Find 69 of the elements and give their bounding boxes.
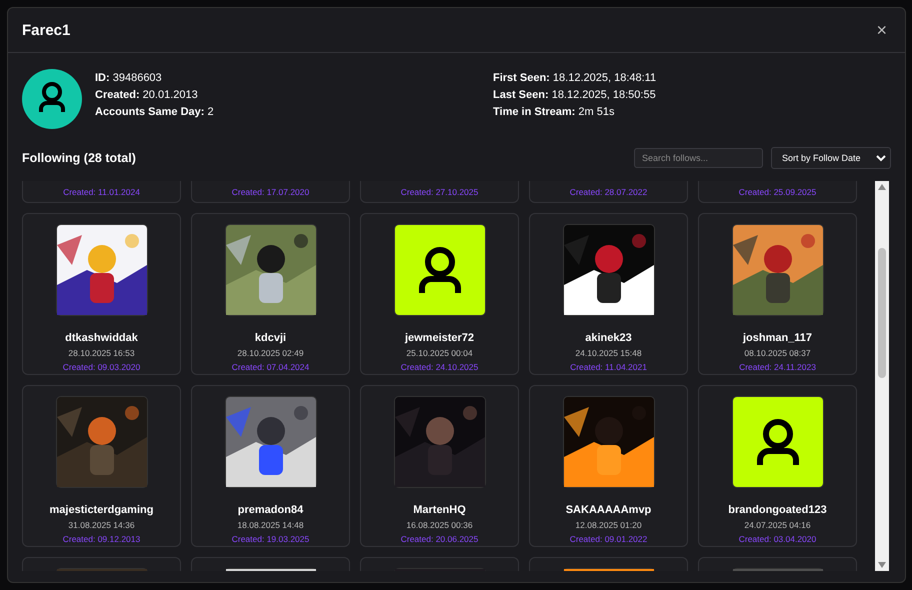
follow-card[interactable]: Created: 25.09.2025 xyxy=(698,181,857,203)
follow-card[interactable]: akinek23 24.10.2025 15:48 Created: 11.04.2021 xyxy=(529,213,688,375)
username: MartenHQ xyxy=(413,504,466,516)
follow-card[interactable]: jewmeister72 25.10.2025 00:04 Created: 24.10.2025 xyxy=(360,213,519,375)
username: kdcvji xyxy=(254,332,286,344)
follow-card[interactable]: brandongoated123 24.07.2025 04:16 Created: 03.04.2020 xyxy=(698,385,857,547)
follow-date: 08.10.2025 08:37 xyxy=(744,348,811,358)
follow-card[interactable]: Created: 28.07.2022 xyxy=(529,181,688,203)
username: jewmeister72 xyxy=(404,332,474,344)
follow-card[interactable]: kdcvji 28.10.2025 02:49 Created: 07.04.2024 xyxy=(191,213,350,375)
follow-date: 25.10.2025 00:04 xyxy=(406,348,473,358)
created-date: Created: 11.04.2021 xyxy=(570,362,647,372)
close-button[interactable]: × xyxy=(872,20,891,40)
created-date: Created: 25.09.2025 xyxy=(738,186,816,196)
avatar-icon xyxy=(22,69,82,129)
follow-card[interactable]: Created: 17.07.2020 xyxy=(191,181,350,203)
follow-date: 16.08.2025 00:36 xyxy=(406,520,473,530)
username: joshman_117 xyxy=(742,332,812,344)
profile-detail: First Seen: 18.12.2025, 18:48:11 xyxy=(493,71,658,85)
created-date: Created: 07.04.2024 xyxy=(232,362,310,372)
search-field[interactable]: Search follows... xyxy=(634,148,763,168)
scroll-up-icon[interactable] xyxy=(878,184,886,190)
created-date: Created: 09.03.2020 xyxy=(62,362,140,372)
follow-date: 18.08.2025 14:48 xyxy=(237,520,304,530)
follow-card[interactable]: dtkashwiddak 28.10.2025 16:53 Created: 09.03.2020 xyxy=(22,213,181,375)
profile-detail: Accounts Same Day: 2 xyxy=(95,105,215,119)
follow-date: 12.08.2025 01:20 xyxy=(575,520,642,530)
follow-card[interactable]: majesticterdgaming 31.08.2025 14:36 Created: 09.12.2013 xyxy=(22,385,181,547)
profile-detail: Last Seen: 18.12.2025, 18:50:55 xyxy=(493,88,657,102)
following-heading: Following (28 total) xyxy=(22,151,137,165)
profile-detail: Created: 20.01.2013 xyxy=(95,88,199,102)
follow-date: 31.08.2025 14:36 xyxy=(68,520,135,530)
created-date: Created: 03.04.2020 xyxy=(738,534,816,544)
follow-card[interactable]: MartenHQ 16.08.2025 00:36 Created: 20.06.2025 xyxy=(360,385,519,547)
created-date: Created: 11.01.2024 xyxy=(63,186,140,196)
follow-date: 28.10.2025 16:53 xyxy=(68,348,135,358)
username: dtkashwiddak xyxy=(65,332,138,344)
modal-title: Farec1 xyxy=(22,22,70,38)
follow-card[interactable]: SAKAAAAAmvp 12.08.2025 01:20 Created: 09.01.2022 xyxy=(529,385,688,547)
username: majesticterdgaming xyxy=(50,504,154,516)
scrollbar[interactable] xyxy=(875,181,889,571)
created-date: Created: 17.07.2020 xyxy=(232,186,310,196)
created-date: Created: 28.07.2022 xyxy=(570,186,648,196)
created-date: Created: 27.10.2025 xyxy=(400,186,478,196)
follow-card[interactable]: Created: 11.01.2024 xyxy=(22,181,181,203)
avatar-icon xyxy=(394,225,484,315)
created-date: Created: 24.11.2023 xyxy=(739,362,816,372)
created-date: Created: 20.06.2025 xyxy=(400,534,478,544)
follow-date: 28.10.2025 02:49 xyxy=(237,348,304,358)
username: premadon84 xyxy=(238,504,304,516)
created-date: Created: 24.10.2025 xyxy=(400,362,478,372)
created-date: Created: 09.12.2013 xyxy=(62,534,140,544)
profile-detail: Time in Stream: 2m 51s xyxy=(493,105,616,119)
scroll-down-icon[interactable] xyxy=(878,562,886,568)
follow-card[interactable]: joshman_117 08.10.2025 08:37 Created: 24.11.2023 xyxy=(698,213,857,375)
follow-date: 24.10.2025 15:48 xyxy=(575,348,642,358)
scrollbar-thumb[interactable] xyxy=(878,248,886,378)
sort-dropdown[interactable]: Sort by Follow Date xyxy=(771,147,891,169)
username: akinek23 xyxy=(585,332,632,344)
profile-detail: ID: 39486603 xyxy=(95,71,163,85)
follow-card[interactable]: Created: 27.10.2025 xyxy=(360,181,519,203)
avatar-icon xyxy=(732,397,822,487)
chevron-down-icon xyxy=(876,154,886,162)
created-date: Created: 09.01.2022 xyxy=(570,534,648,544)
follow-card[interactable]: premadon84 18.08.2025 14:48 Created: 19.03.2025 xyxy=(191,385,350,547)
username: SAKAAAAAmvp xyxy=(566,504,652,516)
username: brandongoated123 xyxy=(728,504,827,516)
created-date: Created: 19.03.2025 xyxy=(232,534,310,544)
follow-date: 24.07.2025 04:16 xyxy=(744,520,811,530)
